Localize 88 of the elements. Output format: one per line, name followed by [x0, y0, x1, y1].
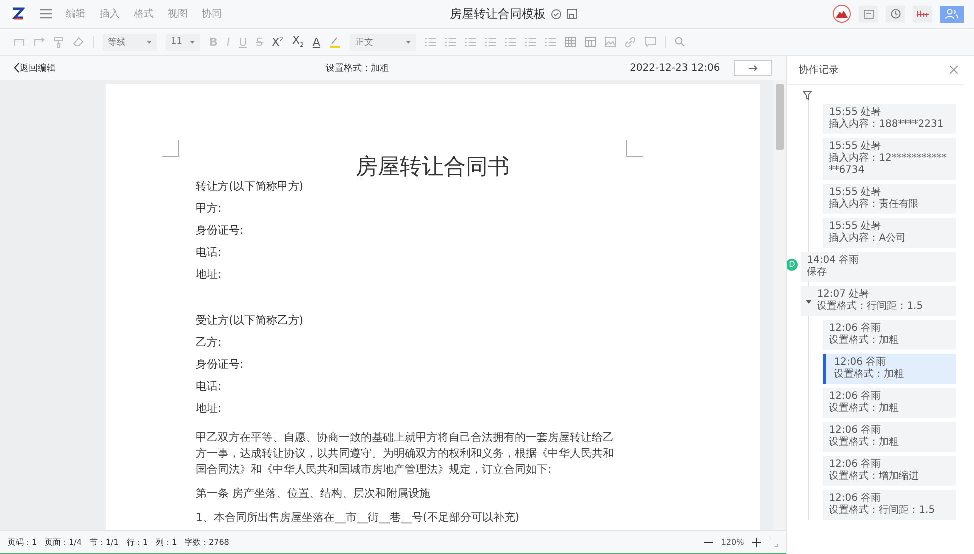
- format-painter-icon[interactable]: [54, 36, 64, 48]
- chevron-left-icon[interactable]: [14, 63, 20, 73]
- history-entry[interactable]: 12:06 谷雨 设置格式：行间距：1.5: [823, 490, 956, 520]
- document-title: 房屋转让合同模板: [450, 6, 546, 22]
- back-link[interactable]: 返回编辑: [20, 62, 56, 74]
- history-entry[interactable]: 15:55 处暑 插入内容：12*************6734: [823, 138, 956, 180]
- user-marker: D: [787, 259, 798, 271]
- app-logo-icon[interactable]: [10, 6, 26, 22]
- redo-icon[interactable]: [34, 38, 45, 46]
- table-icon[interactable]: [565, 37, 576, 47]
- next-version-button[interactable]: [734, 60, 772, 76]
- status-item: 列：1: [156, 536, 178, 548]
- format-button[interactable]: A: [312, 36, 320, 48]
- crop-mark: [162, 140, 179, 157]
- status-item: 页面：1/4: [45, 536, 82, 548]
- list-icon[interactable]: [465, 38, 476, 46]
- history-button[interactable]: [886, 6, 905, 22]
- status-item: 页码：1: [8, 536, 38, 548]
- form-line: 电话:: [196, 245, 222, 261]
- caret-icon: [406, 40, 412, 44]
- form-line: 电话:: [196, 379, 222, 395]
- paragraph-style-dropdown[interactable]: 正文: [350, 34, 416, 50]
- list-icon[interactable]: [445, 38, 456, 46]
- fit-page-icon[interactable]: [769, 538, 778, 546]
- filter-icon[interactable]: [803, 91, 812, 100]
- form-line: 乙方:: [196, 335, 222, 351]
- history-entry[interactable]: 15:55 处暑 插入内容：A公司: [823, 218, 956, 248]
- history-entry[interactable]: 15:55 处暑 插入内容：责任有限: [823, 184, 956, 214]
- eraser-icon[interactable]: [73, 37, 84, 47]
- document-heading: 房屋转让合同书: [355, 154, 511, 182]
- list-icon[interactable]: [485, 38, 496, 46]
- history-timestamp: 2022-12-23 12:06: [630, 62, 720, 74]
- check-circle-icon: [551, 8, 562, 20]
- link-icon[interactable]: [625, 36, 636, 48]
- comment-button[interactable]: [859, 6, 878, 22]
- history-entry[interactable]: 15:55 处暑 插入内容：188****2231: [823, 104, 956, 134]
- font-dropdown[interactable]: 等线: [103, 34, 157, 50]
- zoom-level[interactable]: 120%: [721, 538, 744, 546]
- history-group[interactable]: 12:07 处暑 设置格式：行间距：1.5: [801, 286, 956, 316]
- font-size-dropdown[interactable]: 11: [166, 34, 200, 50]
- list-icon[interactable]: [505, 38, 516, 46]
- search-icon[interactable]: [675, 37, 686, 47]
- form-line: 受让方(以下简称乙方): [196, 313, 304, 329]
- form-line: 甲方:: [196, 201, 222, 217]
- clock-icon: [890, 9, 900, 19]
- arrow-right-icon: [748, 64, 758, 72]
- history-entry[interactable]: 12:06 谷雨 设置格式：加粗: [823, 320, 956, 350]
- undo-icon[interactable]: [14, 38, 25, 46]
- comment-icon: [864, 10, 874, 18]
- form-line: 地址:: [196, 267, 222, 283]
- comment-icon[interactable]: [645, 37, 656, 47]
- paragraph: 甲乙双方在平等、自愿、协商一致的基础上就甲方将自己合法拥有的一套房屋转让给乙方一事，达成转让协议，以共同遵守。为明确双方的权利和义务，根据《中华人民共和国合同法》和《中华人民共和国城市房地产管理法》规定，订立合同如下:: [196, 430, 615, 478]
- collaborators-button[interactable]: [940, 6, 964, 22]
- paragraph: 1、本合同所出售房屋坐落在__市__街__巷__号(不足部分可以补充): [196, 510, 521, 526]
- zoom-in-icon[interactable]: [752, 538, 762, 546]
- table-style-icon[interactable]: [585, 37, 596, 47]
- history-entry[interactable]: 12:06 谷雨 设置格式：加粗: [823, 388, 956, 418]
- status-item: 字数：2768: [185, 536, 230, 548]
- strikethrough-icon: [916, 10, 928, 18]
- format-button[interactable]: X$^{2}$: [272, 36, 284, 48]
- list-icon[interactable]: [525, 38, 536, 46]
- list-icon[interactable]: [545, 38, 556, 46]
- save-icon[interactable]: [567, 9, 577, 19]
- menu-icon[interactable]: [40, 9, 52, 19]
- status-item: 行：1: [126, 536, 148, 548]
- image-icon[interactable]: [605, 37, 616, 47]
- form-line: 身份证号:: [196, 223, 244, 239]
- form-line: 地址:: [196, 401, 222, 417]
- panel-title: 协作记录: [799, 64, 840, 77]
- close-icon[interactable]: [950, 66, 958, 74]
- list-icon[interactable]: [425, 38, 436, 46]
- highlight-icon[interactable]: [329, 36, 342, 48]
- format-button[interactable]: X$_{2}$: [292, 34, 304, 50]
- revision-button[interactable]: [913, 6, 932, 22]
- people-icon: [945, 9, 959, 19]
- paragraph: 第一条 房产坐落、位置、结构、层次和附属设施: [196, 486, 432, 502]
- form-line: 转让方(以下简称甲方): [196, 179, 304, 195]
- crop-mark: [626, 140, 643, 157]
- form-line: 身份证号:: [196, 357, 244, 373]
- status-item: 节：1/1: [90, 536, 119, 548]
- caret-icon: [147, 40, 152, 44]
- history-entry[interactable]: 12:06 谷雨 设置格式：增加缩进: [823, 456, 956, 486]
- history-action-label: 设置格式：加粗: [326, 62, 389, 74]
- history-entry[interactable]: 12:06 谷雨 设置格式：加粗: [823, 422, 956, 452]
- scrollbar-thumb[interactable]: [776, 84, 784, 150]
- caret-icon: [190, 40, 196, 44]
- history-entry[interactable]: 12:06 谷雨 设置格式：加粗: [823, 354, 956, 384]
- avatar-icon[interactable]: [833, 5, 851, 23]
